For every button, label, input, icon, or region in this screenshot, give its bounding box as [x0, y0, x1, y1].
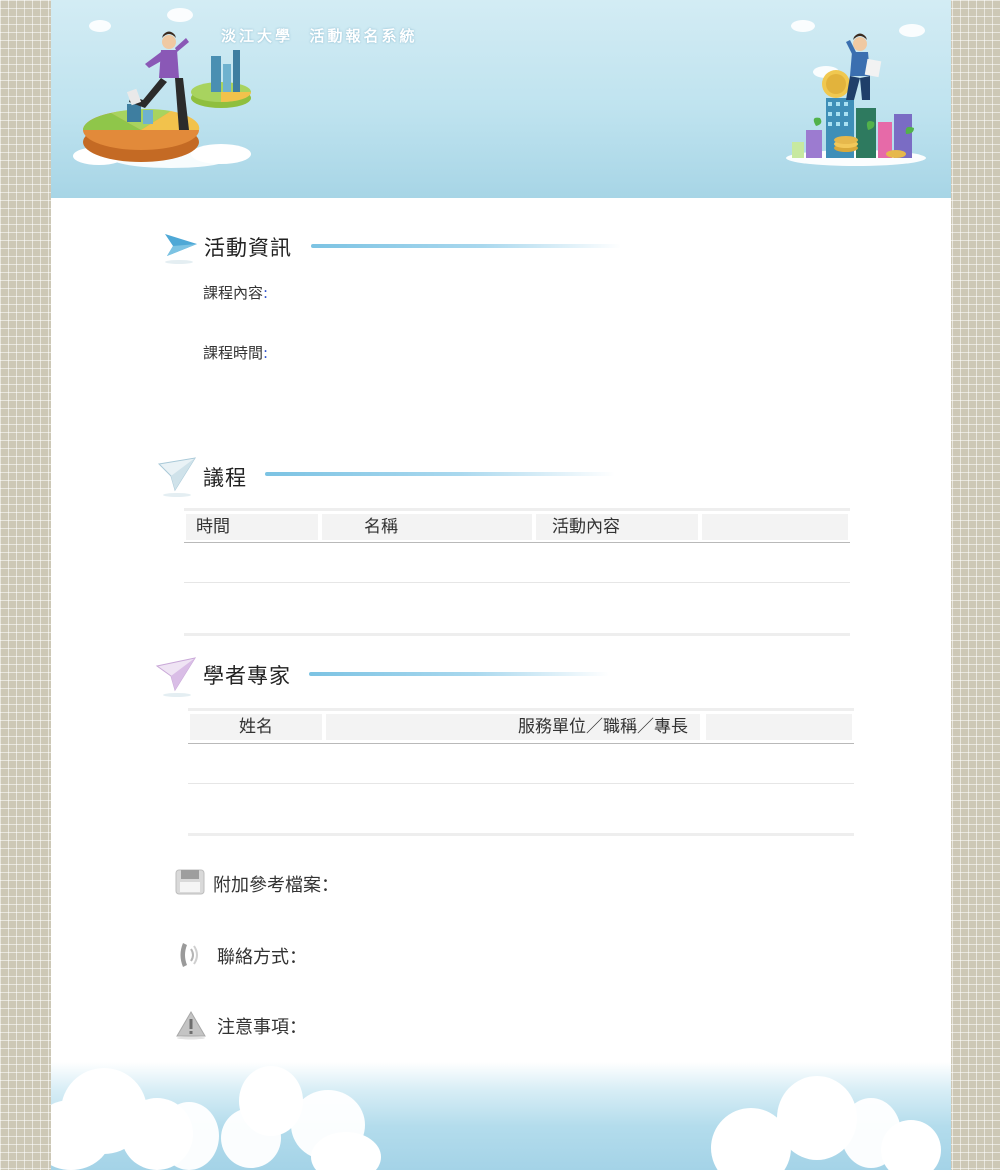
activity-info-section-header: 活動資訊 — [161, 226, 631, 270]
header-banner: 淡江大學 活動報名系統 — [51, 0, 951, 198]
experts-header-name: 姓名 — [190, 714, 322, 740]
section-underline — [311, 244, 621, 248]
section-title-experts: 學者專家 — [203, 664, 291, 688]
floppy-disk-icon — [175, 869, 205, 895]
experts-header-extra — [706, 714, 852, 740]
agenda-header-name: 名稱 — [322, 514, 532, 540]
course-time-colon: : — [263, 344, 269, 362]
section-underline — [309, 672, 609, 676]
agenda-header-time: 時間 — [186, 514, 318, 540]
paper-plane-white-icon — [157, 457, 197, 497]
notes-label: 注意事項： — [217, 1017, 307, 1038]
banner-cloud — [167, 8, 193, 22]
footer-cloud — [881, 1120, 941, 1170]
table-header-rule — [188, 743, 854, 744]
table-bottom-rule — [184, 633, 850, 636]
footer-cloud — [221, 1108, 281, 1168]
page-container: 淡江大學 活動報名系統 活動資訊 課程內容: 課程時間: 議程 時間 名稱 活動… — [51, 0, 951, 1170]
contact-label: 聯絡方式： — [217, 947, 307, 968]
phone-icon — [180, 943, 198, 967]
warning-icon — [176, 1011, 206, 1040]
agenda-header-content: 活動內容 — [536, 514, 698, 540]
agenda-table: 時間 名稱 活動內容 — [184, 508, 850, 636]
experts-table: 姓名 服務單位／職稱／專長 — [188, 708, 854, 836]
paper-plane-purple-icon — [155, 657, 197, 697]
section-title-agenda: 議程 — [203, 466, 247, 490]
experts-section-header: 學者專家 — [153, 654, 623, 698]
table-top-rule — [188, 708, 854, 711]
businessman-city-coins-illustration — [786, 33, 926, 166]
businessman-pie-chart-illustration — [73, 31, 251, 168]
notes-row: 注意事項： — [175, 1010, 475, 1040]
attachments-row: 附加參考檔案： — [175, 868, 475, 898]
table-bottom-rule — [188, 833, 854, 836]
section-title-activity-info: 活動資訊 — [204, 236, 292, 260]
course-content-colon: : — [263, 284, 269, 302]
footer-clouds — [51, 1062, 951, 1170]
course-content-field: 課程內容: — [203, 282, 268, 303]
course-time-field: 課程時間: — [203, 342, 268, 363]
footer-cloud — [311, 1132, 381, 1170]
agenda-header-extra — [702, 514, 848, 540]
table-row-rule — [188, 783, 854, 784]
contact-row: 聯絡方式： — [175, 940, 475, 970]
footer-cloud — [159, 1102, 219, 1170]
agenda-section-header: 議程 — [155, 454, 625, 498]
experts-header-affiliation: 服務單位／職稱／專長 — [326, 714, 700, 740]
attachments-label: 附加參考檔案： — [213, 875, 339, 896]
table-header-rule — [184, 542, 850, 543]
paper-plane-blue-icon — [165, 234, 197, 264]
course-content-label: 課程內容 — [203, 284, 264, 302]
table-top-rule — [184, 508, 850, 511]
section-underline — [265, 472, 615, 476]
course-time-label: 課程時間 — [203, 344, 264, 362]
table-row-rule — [184, 582, 850, 583]
